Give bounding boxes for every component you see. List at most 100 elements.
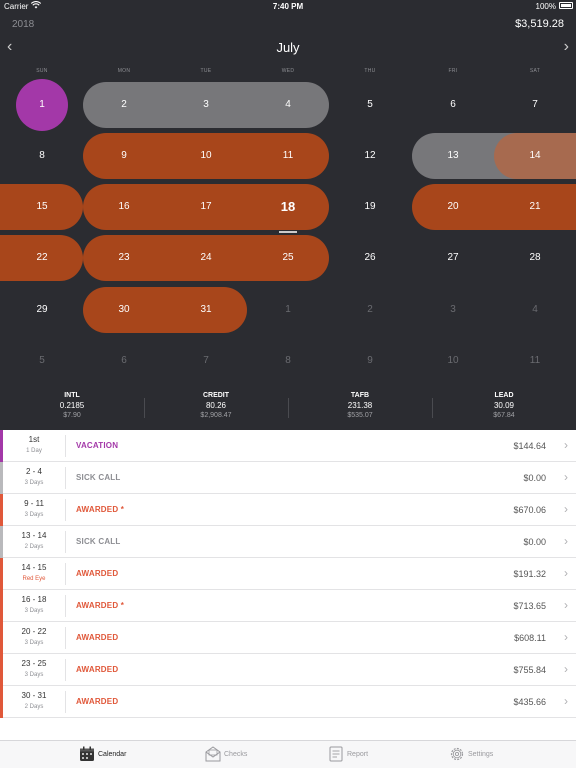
row-divider: [65, 595, 66, 617]
event-row[interactable]: 1st 1 Day VACATION $144.64 ›: [0, 430, 576, 462]
event-dates: 2 - 4: [25, 467, 42, 476]
calendar-day-30[interactable]: 30: [83, 287, 165, 333]
calendar-day-outside[interactable]: 10: [412, 338, 494, 384]
stat-divider: [432, 398, 433, 418]
clock: 7:40 PM: [272, 2, 304, 11]
calendar-day-outside[interactable]: 9: [329, 338, 411, 384]
calendar-day-outside[interactable]: 7: [165, 338, 247, 384]
calendar-day-outside[interactable]: 8: [247, 338, 329, 384]
stat-label: LEAD: [494, 392, 514, 399]
calendar-day-10[interactable]: 10: [165, 133, 247, 179]
calendar-day-3[interactable]: 3: [165, 82, 247, 128]
stat-value: 0.2185: [59, 401, 85, 410]
calendar-day-24[interactable]: 24: [165, 235, 247, 281]
event-row[interactable]: 20 - 22 3 Days AWARDED $608.11 ›: [0, 622, 576, 654]
calendar-day-20[interactable]: 20: [412, 184, 494, 230]
event-duration: 3 Days: [24, 512, 44, 518]
stat-divider: [288, 398, 289, 418]
chevron-right-icon: ›: [564, 630, 568, 644]
calendar-day-29[interactable]: 29: [1, 287, 83, 333]
calendar-day-2[interactable]: 2: [83, 82, 165, 128]
stats-bar: INTL 0.2185 $7.90 CREDIT 80.26 $2,908.47 TAFB 2…: [0, 388, 576, 428]
calendar-day-12[interactable]: 12: [329, 133, 411, 179]
next-month-chevron-icon[interactable]: ›: [564, 38, 569, 56]
calendar-day-4[interactable]: 4: [247, 82, 329, 128]
calendar-day-outside[interactable]: 2: [329, 287, 411, 333]
calendar-day-23[interactable]: 23: [83, 235, 165, 281]
event-dates: 9 - 11: [24, 499, 44, 508]
event-type: AWARDED: [76, 697, 119, 706]
row-divider: [65, 531, 66, 553]
calendar-day-28[interactable]: 28: [494, 235, 576, 281]
stat-tafb: TAFB 231.38 $535.07: [288, 388, 432, 419]
row-divider: [65, 435, 66, 457]
event-row[interactable]: 13 - 14 2 Days SICK CALL $0.00 ›: [0, 526, 576, 558]
calendar-day-outside[interactable]: 1: [247, 287, 329, 333]
event-duration: 3 Days: [24, 672, 44, 678]
settings-icon: [450, 747, 464, 761]
calendar-day-31[interactable]: 31: [165, 287, 247, 333]
calendar-day-1[interactable]: 1: [1, 82, 83, 128]
calendar-day-14[interactable]: 14: [494, 133, 576, 179]
event-row[interactable]: 9 - 11 3 Days AWARDED * $670.06 ›: [0, 494, 576, 526]
stat-value: 231.38: [347, 401, 373, 410]
event-dates: 13 - 14: [21, 531, 47, 540]
calendar-day-6[interactable]: 6: [412, 82, 494, 128]
calendar-day-19[interactable]: 19: [329, 184, 411, 230]
event-dates: 20 - 22: [21, 627, 47, 636]
calendar-day-15[interactable]: 15: [1, 184, 83, 230]
calendar-day-22[interactable]: 22: [1, 235, 83, 281]
calendar-day-5[interactable]: 5: [329, 82, 411, 128]
event-row[interactable]: 16 - 18 3 Days AWARDED * $713.65 ›: [0, 590, 576, 622]
calendar-day-21[interactable]: 21: [494, 184, 576, 230]
calendar-day-outside[interactable]: 5: [1, 338, 83, 384]
event-duration: Red Eye: [22, 576, 46, 582]
calendar-day-13[interactable]: 13: [412, 133, 494, 179]
checks-icon: [205, 746, 221, 762]
tab-settings-label: Settings: [468, 751, 494, 758]
row-divider: [65, 659, 66, 681]
calendar-day-8[interactable]: 8: [1, 133, 83, 179]
row-divider: [65, 691, 66, 713]
event-row[interactable]: 30 - 31 2 Days AWARDED $435.66 ›: [0, 686, 576, 718]
calendar-day-27[interactable]: 27: [412, 235, 494, 281]
calendar-day-16[interactable]: 16: [83, 184, 165, 230]
calendar-day-outside[interactable]: 4: [494, 287, 576, 333]
event-dates: 14 - 15: [21, 563, 47, 572]
weekday-thu: THU: [364, 68, 376, 74]
chevron-right-icon: ›: [564, 598, 568, 612]
calendar-day-18[interactable]: 18: [247, 184, 329, 230]
event-duration: 3 Days: [24, 608, 44, 614]
event-type: SICK CALL: [76, 537, 121, 546]
weekday-fri: FRI: [448, 68, 458, 74]
chevron-right-icon: ›: [564, 694, 568, 708]
chevron-right-icon: ›: [564, 502, 568, 516]
calendar-day-25[interactable]: 25: [247, 235, 329, 281]
calendar-day-outside[interactable]: 3: [412, 287, 494, 333]
chevron-right-icon: ›: [564, 534, 568, 548]
tab-calendar-label: Calendar: [98, 751, 127, 758]
row-divider: [65, 627, 66, 649]
event-amount: $0.00: [523, 473, 546, 483]
calendar-day-26[interactable]: 26: [329, 235, 411, 281]
event-amount: $755.84: [513, 665, 546, 675]
event-row[interactable]: 14 - 15 Red Eye AWARDED $191.32 ›: [0, 558, 576, 590]
month-title: July: [276, 40, 300, 55]
event-row[interactable]: 23 - 25 3 Days AWARDED $755.84 ›: [0, 654, 576, 686]
calendar-icon: [80, 746, 94, 761]
calendar-day-9[interactable]: 9: [83, 133, 165, 179]
event-amount: $713.65: [513, 601, 546, 611]
calendar-day-outside[interactable]: 11: [494, 338, 576, 384]
calendar-day-outside[interactable]: 6: [83, 338, 165, 384]
tab-bar: Calendar Checks Report Settings: [0, 740, 576, 768]
event-amount: $0.00: [523, 537, 546, 547]
stat-value: 80.26: [205, 401, 227, 410]
event-row[interactable]: 2 - 4 3 Days SICK CALL $0.00 ›: [0, 462, 576, 494]
calendar-day-7[interactable]: 7: [494, 82, 576, 128]
calendar-day-17[interactable]: 17: [165, 184, 247, 230]
stat-intl: INTL 0.2185 $7.90: [0, 388, 144, 419]
calendar-day-11[interactable]: 11: [247, 133, 329, 179]
weekday-sat: SAT: [529, 68, 541, 74]
event-duration: 3 Days: [24, 480, 44, 486]
calendar-panel: Carrier 7:40 PM 100% 2018 $3,519.28 ‹ Ju…: [0, 0, 576, 430]
